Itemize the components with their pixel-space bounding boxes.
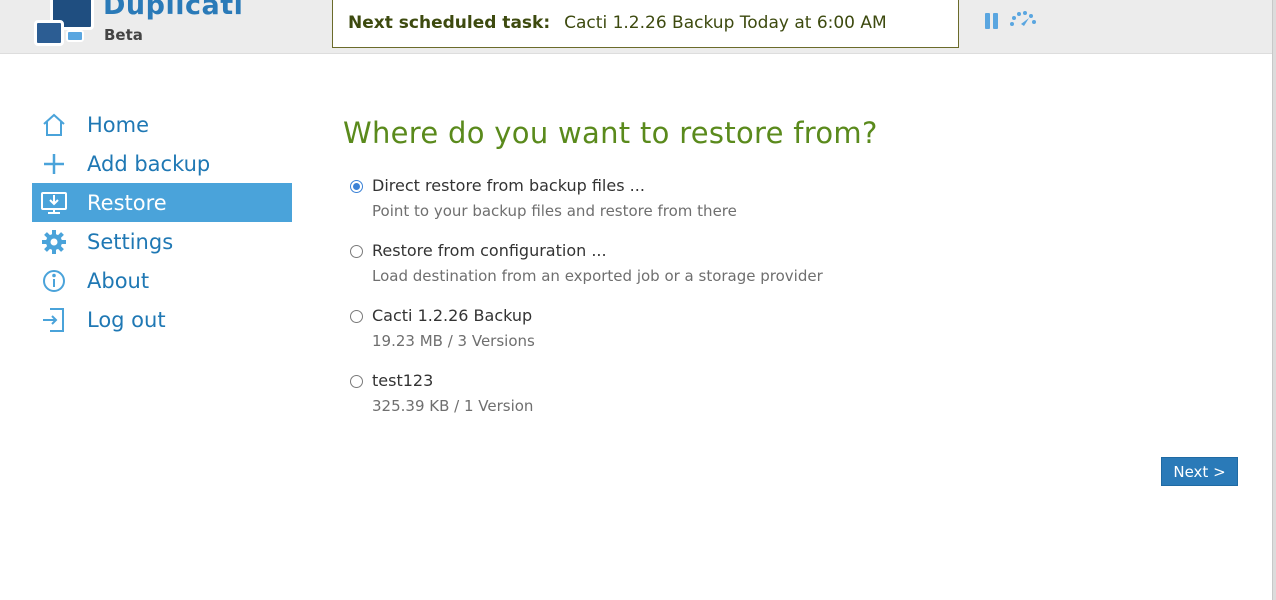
option-radio[interactable]	[350, 310, 363, 323]
sidebar-item-label: Log out	[87, 307, 166, 332]
pause-icon[interactable]	[985, 13, 999, 30]
info-icon	[40, 267, 68, 295]
restore-icon	[40, 189, 68, 217]
restore-panel: Where do you want to restore from? Direc…	[343, 116, 1243, 415]
gear-icon	[40, 228, 68, 256]
top-header: Duplicati Beta Next scheduled task: Cact…	[0, 0, 1272, 54]
option-radio[interactable]	[350, 180, 363, 193]
logout-icon	[40, 306, 68, 334]
sidebar-item-settings[interactable]: Settings	[32, 222, 292, 261]
option-description: Load destination from an exported job or…	[372, 267, 823, 285]
sidebar-item-home[interactable]: Home	[32, 105, 292, 144]
option-title[interactable]: test123	[372, 371, 433, 390]
option-description: 19.23 MB / 3 Versions	[372, 332, 535, 350]
home-icon	[40, 111, 68, 139]
option-title[interactable]: Cacti 1.2.26 Backup	[372, 306, 532, 325]
sidebar-item-label: Restore	[87, 190, 167, 215]
sidebar-item-label: About	[87, 268, 150, 293]
window-scrollbar[interactable]	[1272, 0, 1276, 600]
sidebar-item-about[interactable]: About	[32, 261, 292, 300]
option-title[interactable]: Direct restore from backup files ...	[372, 176, 645, 195]
sidebar-item-label: Settings	[87, 229, 174, 254]
plus-icon	[40, 150, 68, 178]
next-scheduled-task-box: Next scheduled task: Cacti 1.2.26 Backup…	[332, 0, 959, 48]
sidebar-nav: Home Add backup Restore Settings About L…	[32, 105, 292, 339]
option-radio[interactable]	[350, 245, 363, 258]
duplicati-logo	[30, 0, 100, 50]
app-name: Duplicati	[103, 0, 244, 21]
next-task-label: Next scheduled task:	[348, 13, 551, 33]
app-edition: Beta	[104, 26, 143, 44]
sidebar-item-add-backup[interactable]: Add backup	[32, 144, 292, 183]
option-description: 325.39 KB / 1 Version	[372, 397, 534, 415]
option-radio[interactable]	[350, 375, 363, 388]
next-button[interactable]: Next >	[1161, 457, 1238, 486]
sidebar-item-logout[interactable]: Log out	[32, 300, 292, 339]
option-description: Point to your backup files and restore f…	[372, 202, 737, 220]
page-title: Where do you want to restore from?	[343, 116, 878, 150]
sidebar-item-restore[interactable]: Restore	[32, 183, 292, 222]
sidebar-item-label: Home	[87, 112, 150, 137]
sidebar-item-label: Add backup	[87, 151, 211, 176]
throttle-icon[interactable]	[1008, 10, 1038, 30]
option-title[interactable]: Restore from configuration ...	[372, 241, 607, 260]
next-task-value: Cacti 1.2.26 Backup Today at 6:00 AM	[564, 13, 887, 33]
